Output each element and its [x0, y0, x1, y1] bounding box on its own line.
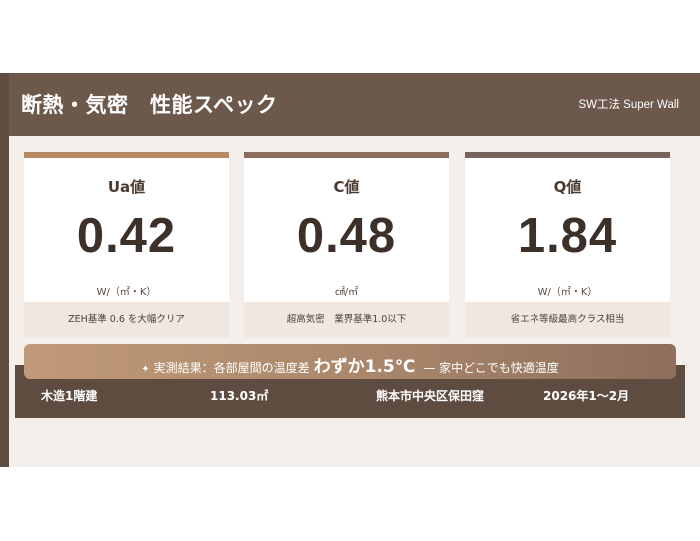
- banner-lead-text: 実測結果：各部屋間の温度差: [153, 361, 310, 375]
- measurement-period: 2026年1〜2月: [543, 389, 630, 403]
- panel-header: 断熱・気密 性能スペック SW工法 Super Wall: [9, 73, 700, 136]
- q-value-card: Q値 1.84 W/（㎡・K） 省エネ等級最高クラス相当: [465, 152, 670, 338]
- card-unit: W/（㎡・K）: [537, 287, 598, 298]
- structure-type: 木造1階建: [41, 389, 98, 403]
- card-note: 省エネ等級最高クラス相当: [465, 302, 670, 338]
- card-value: 0.42: [76, 209, 177, 263]
- card-label: Q値: [553, 178, 582, 196]
- floor-area: 113.03㎡: [210, 389, 269, 403]
- sparkle-icon: ✦: [141, 364, 150, 375]
- page-title: 断熱・気密 性能スペック: [21, 93, 278, 117]
- construction-method-label: SW工法 Super Wall: [578, 99, 679, 111]
- banner-tail-text: — 家中どこでも快適温度: [423, 361, 559, 375]
- left-accent-bar: [0, 73, 9, 467]
- card-value: 0.48: [296, 209, 397, 263]
- project-location: 熊本市中央区保田窪: [376, 389, 485, 403]
- c-value-card: C値 0.48 ㎠/㎡ 超高気密 業界基準1.0以下: [244, 152, 449, 338]
- ua-value-card: Ua値 0.42 W/（㎡・K） ZEH基準 0.6 を大幅クリア: [24, 152, 229, 338]
- card-note: ZEH基準 0.6 を大幅クリア: [24, 302, 229, 338]
- card-unit: ㎠/㎡: [334, 287, 359, 298]
- card-label: C値: [333, 178, 360, 196]
- card-label: Ua値: [107, 178, 146, 196]
- card-note: 超高気密 業界基準1.0以下: [244, 302, 449, 338]
- temperature-difference: わずか1.5℃: [313, 357, 416, 377]
- card-unit: W/（㎡・K）: [96, 287, 157, 298]
- card-value: 1.84: [517, 209, 618, 263]
- measurement-result-banner: ✦ 実測結果：各部屋間の温度差 わずか1.5℃ — 家中どこでも快適温度: [24, 344, 676, 379]
